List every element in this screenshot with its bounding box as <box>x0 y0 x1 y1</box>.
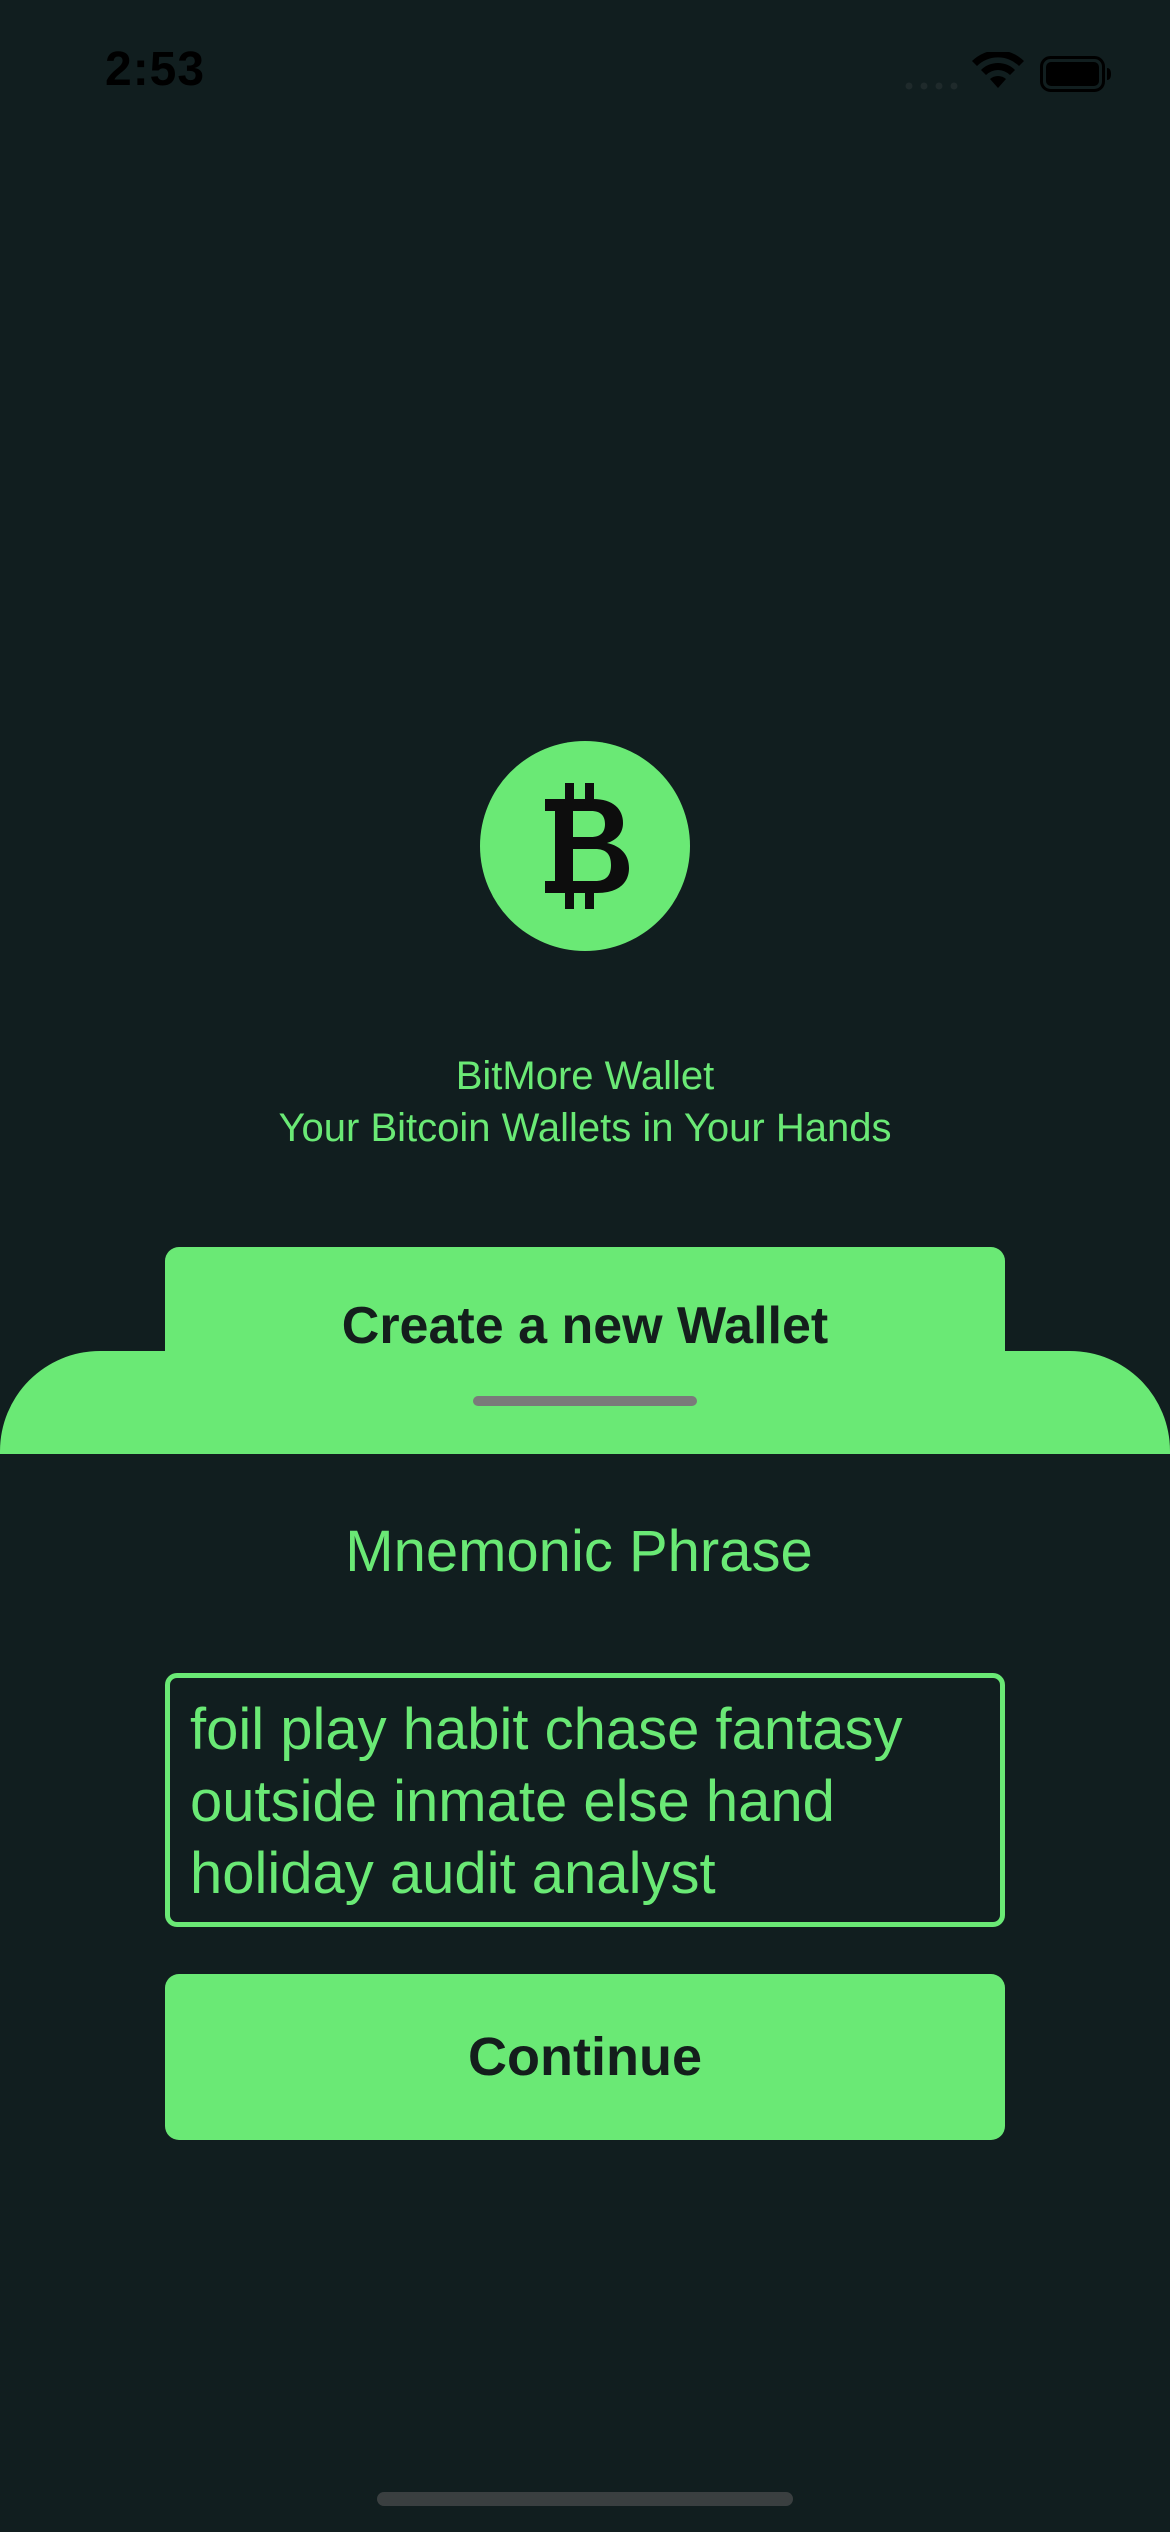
home-indicator[interactable] <box>377 2492 793 2506</box>
app-name: BitMore Wallet <box>455 1054 715 1098</box>
battery-icon <box>1040 56 1111 92</box>
mnemonic-phrase-field[interactable]: foil play habit chase fantasy outside in… <box>165 1673 1005 1927</box>
app-tagline: Your Bitcoin Wallets in Your Hands <box>278 1106 892 1150</box>
status-time: 2:53 <box>105 43 206 96</box>
mnemonic-label: Mnemonic Phrase <box>345 1519 813 1584</box>
wifi-icon <box>972 52 1024 88</box>
continue-button[interactable]: Continue <box>165 1974 1005 2140</box>
cellular-signal-icon <box>905 82 958 90</box>
bitcoin-icon <box>545 783 629 909</box>
app-logo <box>480 741 690 951</box>
sheet-title: Create a new Wallet <box>341 1297 829 1355</box>
sheet-grabber[interactable] <box>473 1396 697 1406</box>
